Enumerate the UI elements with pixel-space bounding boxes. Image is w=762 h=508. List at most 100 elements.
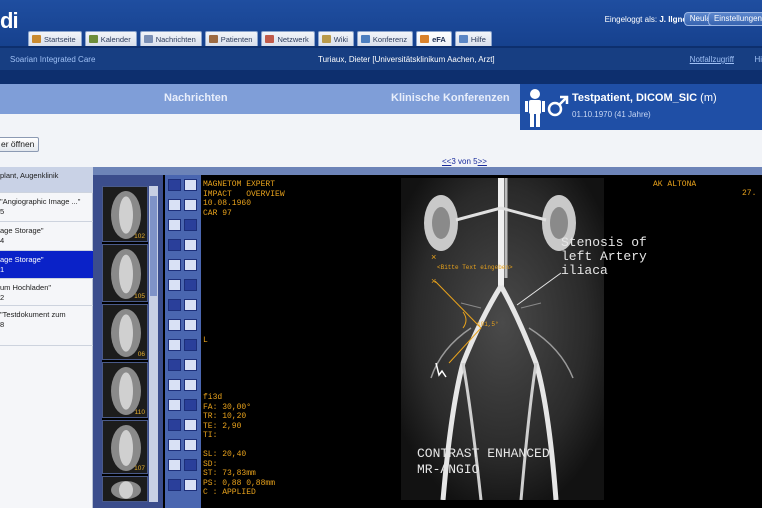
thumbnail-scrollbar[interactable] <box>149 186 158 502</box>
tab-efa[interactable]: eFA <box>416 31 452 46</box>
text-tool-button[interactable] <box>184 439 197 451</box>
viewer-frame-bar <box>93 167 762 175</box>
emergency-access-link[interactable]: Notfallzugriff <box>690 55 734 64</box>
document-subtitle: 4 <box>0 236 5 245</box>
tab-clinical-conferences[interactable]: Klinische Konferenzen <box>391 92 510 104</box>
text-tool-button[interactable] <box>168 439 181 451</box>
male-symbol-icon <box>547 95 569 117</box>
tab-label: Hilfe <box>470 34 486 44</box>
list-item[interactable]: "Angiographic Image ..." 5 <box>0 193 93 222</box>
conference-icon <box>360 35 370 43</box>
top-header: di Eingeloggt als: J. Ilgner Neuladen Ei… <box>0 0 762 46</box>
content-top-area <box>0 114 520 130</box>
context-bar: Soarian Integrated Care Turiaux, Dieter … <box>0 48 762 70</box>
zoom-tool-button[interactable] <box>184 199 197 211</box>
ellipse-tool-button[interactable] <box>168 479 181 491</box>
thumbnail[interactable]: 105 <box>102 244 148 302</box>
angle-tool-button[interactable] <box>168 279 181 291</box>
help-icon <box>458 35 468 43</box>
thumbnail[interactable]: 06 <box>102 304 148 360</box>
tab-patienten[interactable]: Patienten <box>204 31 259 46</box>
angle-measurement: 101,5° <box>477 321 499 328</box>
pager: <<3 von 5>> <box>442 157 487 166</box>
patient-header: Testpatient, DICOM_SIC (m) 01.10.1970 (4… <box>520 84 762 130</box>
list-item[interactable]: age Storage" 4 <box>0 222 93 251</box>
open-document-button[interactable]: er öffnen <box>0 137 40 152</box>
thumbnail-image <box>103 477 147 501</box>
reset-tool-button[interactable] <box>184 419 197 431</box>
window-level-tool-button[interactable] <box>168 239 181 251</box>
thumbnail[interactable]: 110 <box>102 362 148 418</box>
rotate-tool-button[interactable] <box>184 359 197 371</box>
tab-messages[interactable]: Nachrichten <box>164 92 228 104</box>
pager-prev[interactable]: << <box>442 157 451 166</box>
grid-tool-button[interactable] <box>168 339 181 351</box>
zoom-tool-button[interactable] <box>168 199 181 211</box>
layout-tool-button[interactable] <box>184 319 197 331</box>
tab-hilfe[interactable]: Hilfe <box>454 31 492 46</box>
envelope-icon <box>143 35 153 43</box>
settings-button[interactable]: Einstellungen <box>707 12 762 26</box>
svg-text:×: × <box>431 253 436 263</box>
patients-icon <box>208 35 218 43</box>
dicom-header-info: MAGNETOM EXPERT IMPACT OVERVIEW 10.08.19… <box>203 180 285 218</box>
tab-kalender[interactable]: Kalender <box>84 31 137 46</box>
pager-text: 3 von 5 <box>451 157 478 166</box>
ellipse-tool-button[interactable] <box>184 479 197 491</box>
flip-tool-button[interactable] <box>184 379 197 391</box>
arrow-tool-button[interactable] <box>184 459 197 471</box>
document-subtitle: 8 <box>0 320 5 329</box>
dicom-institution: AK ALTONA <box>653 180 697 189</box>
reset-tool-button[interactable] <box>168 419 181 431</box>
home-icon <box>32 35 41 43</box>
pointer-tool-button[interactable] <box>168 179 181 191</box>
document-subtitle: 2 <box>0 293 5 302</box>
app-logo: di <box>0 8 19 33</box>
product-name: Soarian Integrated Care <box>10 55 96 64</box>
angle-tool-button[interactable] <box>184 279 197 291</box>
window-level-tool-button[interactable] <box>184 239 197 251</box>
thumbnail[interactable]: 107 <box>102 420 148 474</box>
tab-konferenz[interactable]: Konferenz <box>356 31 414 46</box>
flip-tool-button[interactable] <box>168 379 181 391</box>
list-item[interactable]: um Hochladen" 2 <box>0 279 93 306</box>
annotate-tool-button[interactable] <box>184 299 197 311</box>
pointer-tool-button[interactable] <box>184 179 197 191</box>
pan-tool-button[interactable] <box>184 219 197 231</box>
sequence-parameters: fi3d FA: 30,00° TR: 10,20 TE: 2,90 TI: S… <box>203 393 276 497</box>
scrollbar-thumb[interactable] <box>150 196 157 296</box>
invert-tool-button[interactable] <box>168 399 181 411</box>
tab-label: Kalender <box>100 34 131 44</box>
annotate-tool-button[interactable] <box>168 299 181 311</box>
help-link[interactable]: Hi <box>754 55 762 64</box>
document-title: age Storage" <box>0 255 44 264</box>
document-title: "Angiographic Image ..." <box>0 197 81 206</box>
thumbnail-number: 102 <box>134 233 145 240</box>
tab-startseite[interactable]: Startseite <box>28 31 82 46</box>
tab-wiki[interactable]: Wiki <box>317 31 354 46</box>
arrow-tool-button[interactable] <box>168 459 181 471</box>
pan-tool-button[interactable] <box>168 219 181 231</box>
text-input-hint[interactable]: <Bitte Text eingeben> <box>437 264 513 271</box>
measure-tool-button[interactable] <box>168 259 181 271</box>
list-item[interactable]: plant, Augenklinik <box>0 167 93 193</box>
thumbnail[interactable]: 102 <box>102 186 148 242</box>
rotate-tool-button[interactable] <box>168 359 181 371</box>
invert-tool-button[interactable] <box>184 399 197 411</box>
list-item[interactable]: age Storage" 1 <box>0 251 93 279</box>
layout-tool-button[interactable] <box>168 319 181 331</box>
tab-nachrichten[interactable]: Nachrichten <box>139 31 202 46</box>
document-title: age Storage" <box>0 226 44 235</box>
grid-tool-button[interactable] <box>184 339 197 351</box>
pager-next[interactable]: >> <box>478 157 487 166</box>
tab-label: Konferenz <box>372 34 408 44</box>
calendar-icon <box>88 35 98 43</box>
dicom-date: 27. <box>742 189 757 198</box>
thumbnail[interactable] <box>102 476 148 502</box>
network-icon <box>265 35 275 43</box>
tab-netzwerk[interactable]: Netzwerk <box>261 31 315 46</box>
tab-label: eFA <box>432 34 446 44</box>
measure-tool-button[interactable] <box>184 259 197 271</box>
tab-label: Wiki <box>333 34 348 44</box>
list-item[interactable]: "Testdokument zum 8 <box>0 306 93 346</box>
